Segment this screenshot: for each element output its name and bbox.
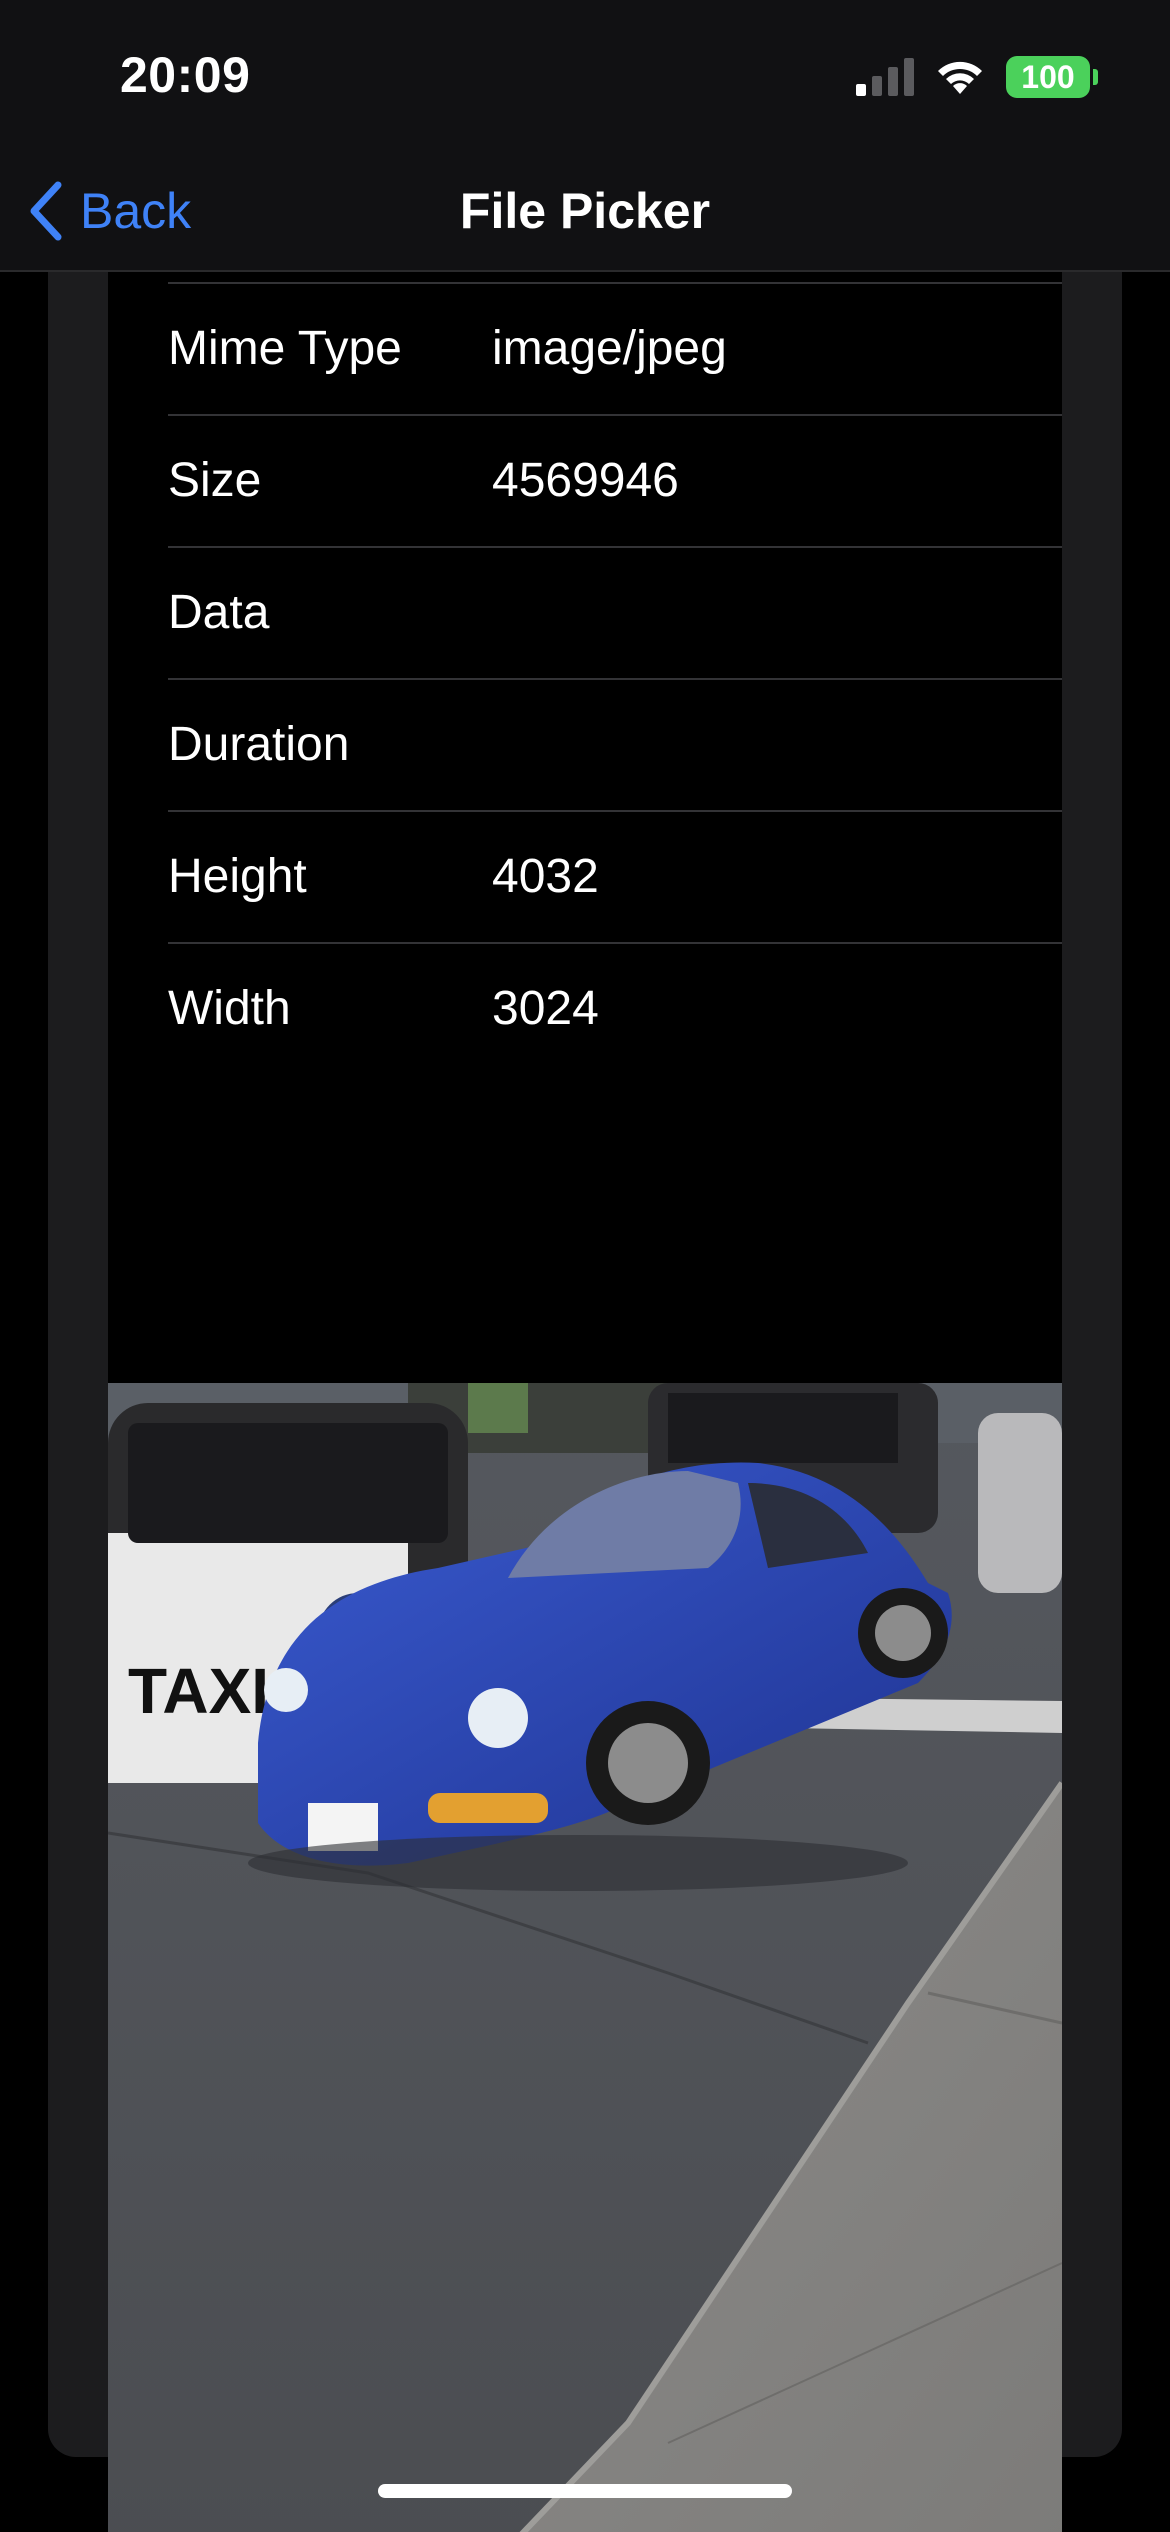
battery-tip [1093,69,1098,85]
table-row-mime-type: Mime Type image/jpeg [168,282,1062,414]
chevron-left-icon [30,181,62,241]
back-label: Back [80,183,192,239]
status-bar: 20:09 100 [0,0,1170,150]
table-row-data: Data [168,546,1062,678]
table-row-height: Height 4032 [168,810,1062,942]
file-info-table: /////// Mime Type image/jpeg Size 456994… [108,272,1062,1383]
cellular-signal-icon [856,58,914,96]
status-time: 20:09 [120,47,251,103]
table-row-width: Width 3024 [168,942,1062,1074]
svg-text:TAXI: TAXI [128,1655,269,1727]
file-details-card: /////// Mime Type image/jpeg Size 456994… [48,272,1122,2532]
row-label: Data [168,586,270,639]
row-value: 4032 [492,850,599,903]
row-value: image/jpeg [492,322,727,375]
home-indicator[interactable] [378,2484,792,2498]
row-label: Height [168,850,307,903]
row-label: Width [168,982,291,1035]
battery-indicator: 100 [1006,56,1090,98]
wifi-icon [938,61,982,94]
row-value: 3024 [492,982,599,1035]
navigation-bar: File Picker Back [0,150,1170,272]
scroll-content[interactable]: /////// Mime Type image/jpeg Size 456994… [0,272,1170,2532]
table-row-size: Size 4569946 [168,414,1062,546]
row-label: Size [168,454,262,507]
row-label: Duration [168,718,350,771]
picked-image-preview: TAXI [108,1383,1062,2532]
table-row-duration: Duration [168,678,1062,810]
car-photo-illustration: TAXI [108,1383,1062,2532]
row-value: 4569946 [492,454,679,507]
row-label: Mime Type [168,322,402,375]
back-button[interactable]: Back [26,150,191,272]
